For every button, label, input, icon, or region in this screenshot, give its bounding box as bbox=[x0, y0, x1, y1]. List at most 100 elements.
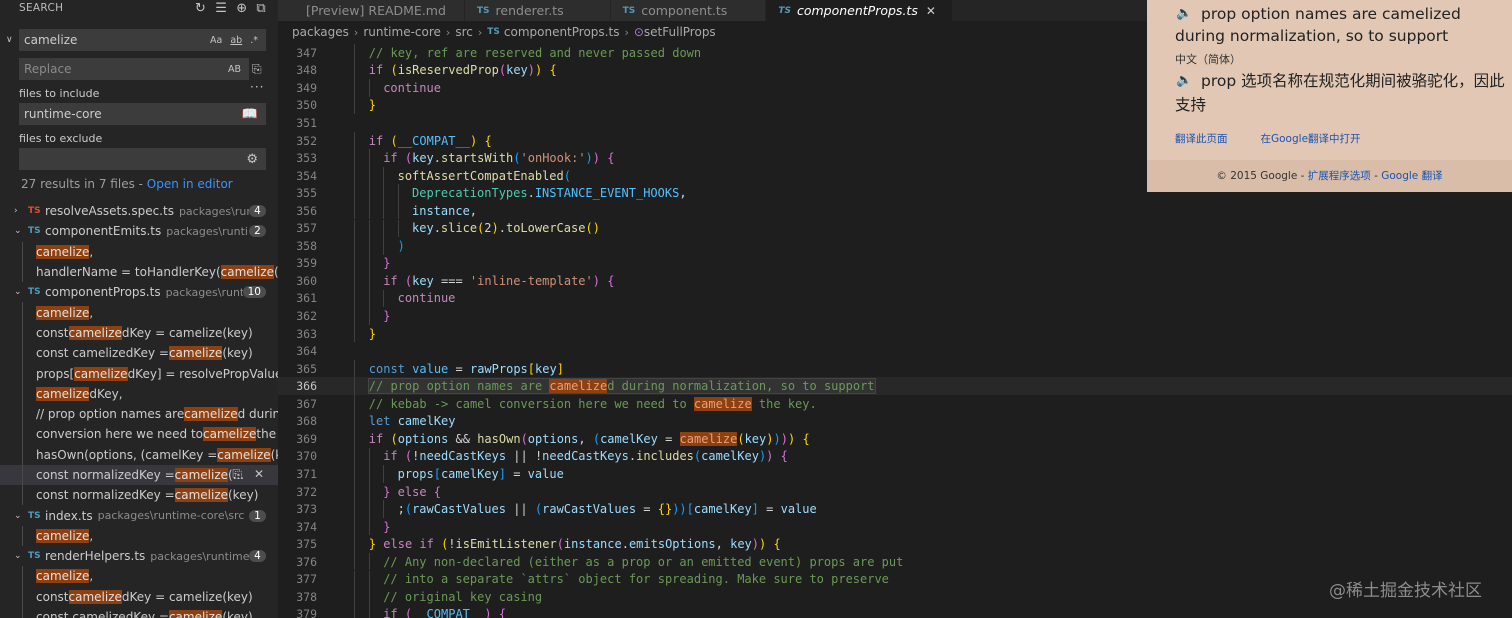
result-file-row[interactable]: ⌄TS componentEmits.ts packages\runtim...2 bbox=[0, 221, 278, 241]
code-line[interactable]: 364 bbox=[278, 342, 1512, 360]
popup-target-language: 中文（简体） bbox=[1175, 53, 1241, 66]
breadcrumb-item[interactable]: packages bbox=[292, 25, 349, 39]
result-match-row[interactable]: conversion here we need to camelize the … bbox=[0, 424, 278, 445]
result-match-row[interactable]: const normalizedKey = camelize (key) bbox=[0, 485, 278, 506]
code-token: [ bbox=[686, 502, 694, 517]
replace-placeholder[interactable]: Replace bbox=[19, 62, 228, 76]
result-match-row[interactable]: props[camelize dKey] = resolvePropValue( bbox=[0, 363, 278, 384]
open-google-translate-link[interactable]: 在Google翻译中打开 bbox=[1261, 133, 1361, 145]
result-match-row[interactable]: hasOwn(options, (camelKey = camelize(key… bbox=[0, 444, 278, 465]
result-file-row[interactable]: ⌄TS renderHelpers.ts packages\runtime-c...… bbox=[0, 546, 278, 566]
code-token: emitsOptions bbox=[628, 537, 716, 552]
chevron-down-icon[interactable]: ⌄ bbox=[14, 287, 28, 297]
chevron-down-icon[interactable]: ⌄ bbox=[14, 551, 28, 561]
refresh-icon[interactable]: ↻ bbox=[195, 1, 206, 16]
code-line[interactable]: 372} else { bbox=[278, 482, 1512, 501]
result-match-row[interactable]: handlerName = toHandlerKey(camelize(eve.… bbox=[0, 261, 278, 283]
files-to-exclude-input[interactable]: ⚙ bbox=[19, 148, 266, 170]
code-line[interactable]: 373 ;(rawCastValues || (rawCastValues = {… bbox=[278, 500, 1512, 518]
code-token: key bbox=[412, 273, 434, 288]
code-line[interactable]: 363} bbox=[278, 324, 1512, 343]
result-match-row[interactable]: camelize, bbox=[0, 566, 278, 587]
result-match-row[interactable]: camelize, bbox=[0, 525, 278, 547]
code-line[interactable]: 378 // original key casing bbox=[278, 588, 1512, 606]
files-to-include-input[interactable]: runtime-core 📖 bbox=[19, 103, 266, 125]
chevron-down-icon[interactable]: ⌄ bbox=[14, 226, 28, 236]
code-line[interactable]: 362} bbox=[278, 307, 1512, 325]
code-line[interactable]: 366 // prop option names are camelized du… bbox=[278, 377, 1512, 395]
code-line[interactable]: 377 // into a separate `attrs` object for… bbox=[278, 570, 1512, 588]
result-match-row[interactable]: // prop option names are camelize d durin… bbox=[0, 403, 278, 425]
code-line[interactable]: 367 // kebab -> camel conversion here we … bbox=[278, 395, 1512, 413]
chevron-right-icon[interactable]: › bbox=[14, 206, 28, 216]
tab-preview-readme-md[interactable]: [Preview] README.md bbox=[278, 0, 465, 21]
result-file-row[interactable]: ⌄TS componentProps.ts packages\runti...10 bbox=[0, 282, 278, 302]
search-input[interactable]: camelize Aa ab .* bbox=[19, 29, 266, 51]
code-line[interactable]: 374} bbox=[278, 517, 1512, 536]
preserve-case-icon[interactable]: AB bbox=[228, 64, 241, 75]
match-case-icon[interactable]: Aa bbox=[210, 35, 222, 46]
code-line[interactable]: 379 if (__COMPAT__) { bbox=[278, 605, 1512, 618]
whole-word-icon[interactable]: ab bbox=[230, 35, 242, 46]
result-match-row[interactable]: camelize, bbox=[0, 241, 278, 262]
result-match-row[interactable]: const normalizedKey = camelize (... ⎘ ✕ bbox=[0, 464, 278, 486]
extension-options-link[interactable]: 扩展程序选项 bbox=[1308, 170, 1371, 182]
result-file-name: renderHelpers.ts bbox=[45, 549, 146, 564]
translate-page-link[interactable]: 翻译此页面 bbox=[1175, 133, 1228, 145]
code-line[interactable]: 368 let camelKey bbox=[278, 412, 1512, 431]
result-match-row[interactable]: camelize dKey, bbox=[0, 383, 278, 404]
result-match-row[interactable]: const camelizedKey = camelize(key) bbox=[0, 606, 278, 618]
result-match-row[interactable]: const camelizedKey = camelize(key) bbox=[0, 322, 278, 344]
breadcrumb-item[interactable]: setFullProps bbox=[644, 25, 716, 39]
match-highlight: camelize bbox=[74, 366, 128, 381]
indent-guide bbox=[22, 302, 23, 323]
breadcrumb-item[interactable]: runtime-core bbox=[363, 25, 441, 39]
result-file-row[interactable]: ⌄ TS index.ts packages\runtime-core\src 1 bbox=[0, 505, 278, 525]
open-in-editor-link[interactable]: Open in editor bbox=[147, 177, 233, 191]
clear-results-icon[interactable]: ☰ bbox=[215, 1, 227, 16]
match-highlight: camelize bbox=[174, 488, 228, 503]
code-line[interactable]: 371 props[camelKey] = value bbox=[278, 465, 1512, 483]
tab-component-ts[interactable]: TS component.ts bbox=[610, 0, 767, 21]
result-file-row[interactable]: ›TS resolveAssets.spec.ts packages\runti..… bbox=[0, 201, 278, 221]
replace-all-icon[interactable]: ⎘ bbox=[252, 62, 262, 77]
code-line[interactable]: 361 continue bbox=[278, 289, 1512, 308]
code-line[interactable]: 376 // Any non-declared (either as a prop… bbox=[278, 552, 1512, 571]
code-line[interactable]: 358) bbox=[278, 237, 1512, 255]
indent-guide bbox=[383, 289, 385, 308]
code-line[interactable]: 365 const value = rawProps[key] bbox=[278, 359, 1512, 378]
chevron-down-icon[interactable]: ⌄ bbox=[14, 511, 28, 521]
code-line[interactable]: 356 instance, bbox=[278, 201, 1512, 220]
code-line[interactable]: 357 key.slice(2).toLowerCase() bbox=[278, 219, 1512, 237]
tab-renderer-ts[interactable]: TS renderer.ts bbox=[464, 0, 611, 21]
result-match-row[interactable]: const camelizedKey = camelize(key) bbox=[0, 343, 278, 364]
search-open-editors-icon[interactable]: 📖 bbox=[242, 107, 258, 122]
toggle-search-details-icon[interactable]: ··· bbox=[250, 80, 264, 94]
replace-input[interactable]: Replace AB bbox=[19, 58, 249, 80]
line-number: 355 bbox=[296, 186, 317, 201]
breadcrumb-item[interactable]: src bbox=[455, 25, 473, 39]
result-file-name: componentEmits.ts bbox=[45, 224, 162, 239]
replace-icon[interactable]: ⎘ bbox=[232, 467, 242, 482]
new-search-editor-icon[interactable]: ⊕ bbox=[236, 1, 247, 16]
code-line[interactable]: 375} else if (!isEmitListener(instance.e… bbox=[278, 535, 1512, 553]
toggle-replace-chevron-icon[interactable]: ∨ bbox=[6, 35, 13, 45]
code-line[interactable]: 370 if (!needCastKeys || !needCastKeys.in… bbox=[278, 447, 1512, 466]
code-line[interactable]: 369 if (options && hasOwn(options, (camel… bbox=[278, 430, 1512, 448]
regex-icon[interactable]: .* bbox=[250, 35, 258, 46]
collapse-all-icon[interactable]: ⧉ bbox=[256, 1, 266, 16]
code-line[interactable]: 360 if (key === 'inline-template') { bbox=[278, 272, 1512, 290]
close-tab-icon[interactable]: ✕ bbox=[926, 4, 936, 18]
dismiss-icon[interactable]: ✕ bbox=[254, 467, 264, 482]
google-translate-link[interactable]: Google 翻译 bbox=[1381, 170, 1442, 182]
use-exclude-settings-icon[interactable]: ⚙ bbox=[246, 152, 258, 167]
result-match-row[interactable]: const camelizedKey = camelize(key) bbox=[0, 586, 278, 607]
files-to-include-value[interactable]: runtime-core bbox=[19, 107, 242, 121]
code-line[interactable]: 359} bbox=[278, 254, 1512, 273]
breadcrumb-item[interactable]: componentProps.ts bbox=[504, 25, 620, 39]
tab-componentprops-ts[interactable]: TS componentProps.ts ✕ bbox=[766, 0, 953, 21]
result-match-row[interactable]: camelize, bbox=[0, 302, 278, 323]
line-number: 354 bbox=[296, 168, 317, 183]
line-number: 347 bbox=[296, 45, 317, 60]
search-input-value[interactable]: camelize bbox=[19, 33, 210, 47]
